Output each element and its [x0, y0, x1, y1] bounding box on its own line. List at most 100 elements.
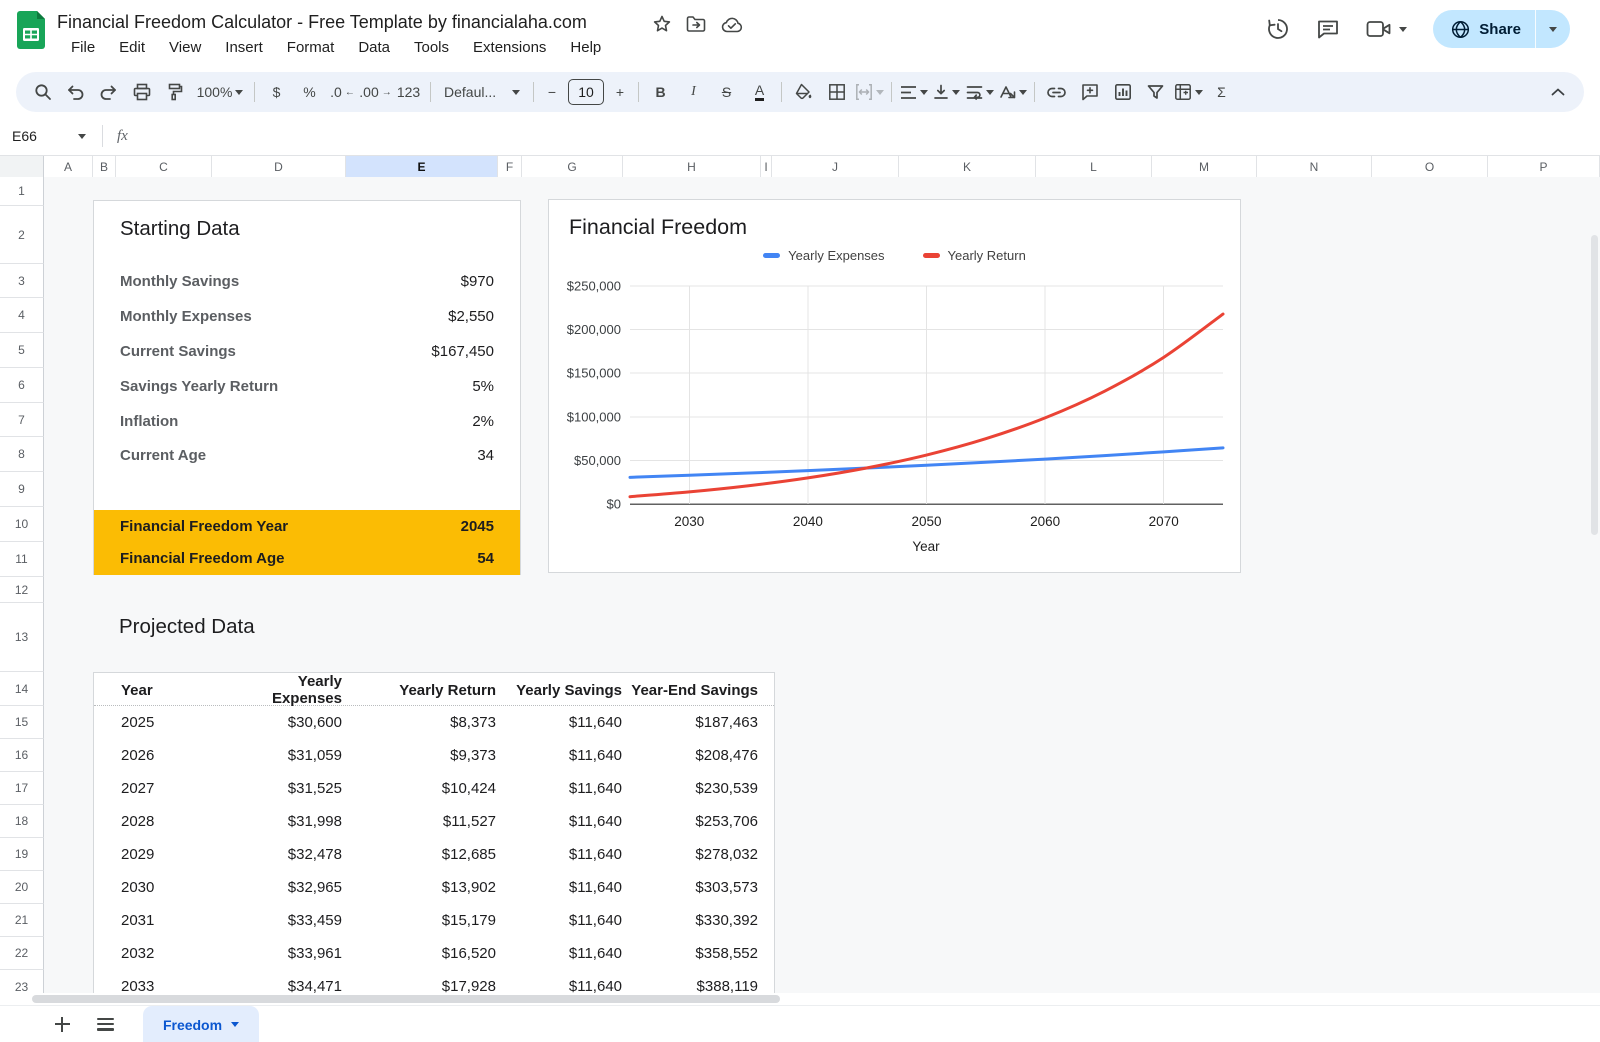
table-cell[interactable]: $15,179 — [342, 912, 496, 929]
table-cell[interactable]: $388,119 — [622, 978, 758, 993]
row-header-11[interactable]: 11 — [0, 542, 44, 577]
table-cell[interactable]: $208,476 — [622, 747, 758, 764]
column-header-O[interactable]: O — [1372, 156, 1488, 178]
column-header-A[interactable]: A — [44, 156, 93, 178]
video-call-caret-icon[interactable] — [1399, 27, 1407, 32]
table-row[interactable]: 2029$32,478$12,685$11,640$278,032 — [94, 838, 774, 871]
row-header-15[interactable]: 15 — [0, 706, 44, 739]
starting-data-row[interactable]: Current Savings$167,450 — [94, 339, 520, 363]
sheet-tab-caret-icon[interactable] — [231, 1022, 239, 1027]
table-cell[interactable]: 2029 — [121, 846, 224, 863]
cloud-saved-icon[interactable] — [721, 16, 743, 33]
undo-icon[interactable] — [59, 77, 92, 107]
column-header-B[interactable]: B — [93, 156, 116, 178]
table-cell[interactable]: 2031 — [121, 912, 224, 929]
name-box-caret-icon[interactable] — [78, 134, 86, 139]
format-currency-icon[interactable]: $ — [260, 77, 293, 107]
row-header-18[interactable]: 18 — [0, 805, 44, 838]
starting-data-row[interactable]: Monthly Expenses$2,550 — [94, 304, 520, 328]
table-cell[interactable]: $11,640 — [496, 912, 622, 929]
column-header-I[interactable]: I — [761, 156, 772, 178]
row-header-2[interactable]: 2 — [0, 206, 44, 264]
share-dropdown[interactable] — [1536, 10, 1570, 48]
table-row[interactable]: 2033$34,471$17,928$11,640$388,119 — [94, 970, 774, 993]
table-cell[interactable]: $11,527 — [342, 813, 496, 830]
table-cell[interactable]: $31,525 — [224, 780, 342, 797]
table-cell[interactable]: $278,032 — [622, 846, 758, 863]
table-cell[interactable]: $32,478 — [224, 846, 342, 863]
menu-format[interactable]: Format — [278, 37, 344, 58]
move-to-folder-icon[interactable] — [686, 15, 707, 33]
starting-data-value[interactable]: 2% — [472, 413, 494, 430]
table-cell[interactable]: $11,640 — [496, 879, 622, 896]
menu-edit[interactable]: Edit — [110, 37, 154, 58]
font-family-select[interactable]: Defaul... — [436, 77, 528, 107]
projected-data-table[interactable]: YearYearly ExpensesYearly ReturnYearly S… — [93, 672, 775, 993]
row-header-14[interactable]: 14 — [0, 672, 44, 706]
table-cell[interactable]: $11,640 — [496, 747, 622, 764]
more-formats-icon[interactable]: 123 — [392, 77, 425, 107]
table-cell[interactable]: $11,640 — [496, 978, 622, 993]
row-header-10[interactable]: 10 — [0, 507, 44, 542]
fill-color-icon[interactable] — [787, 77, 820, 107]
vertical-scrollbar[interactable] — [1591, 235, 1598, 535]
insert-link-icon[interactable] — [1040, 77, 1073, 107]
starting-data-value[interactable]: $167,450 — [431, 343, 494, 360]
column-header-C[interactable]: C — [116, 156, 212, 178]
select-all-corner[interactable] — [0, 156, 44, 178]
all-sheets-icon[interactable] — [85, 1006, 125, 1042]
starting-data-value[interactable]: 34 — [477, 447, 494, 464]
strikethrough-button[interactable]: S — [710, 77, 743, 107]
table-cell[interactable]: 2032 — [121, 945, 224, 962]
financial-freedom-highlight[interactable]: Financial Freedom Year2045Financial Free… — [94, 510, 520, 575]
version-history-icon[interactable] — [1266, 17, 1290, 41]
row-header-17[interactable]: 17 — [0, 772, 44, 805]
collapse-toolbar-icon[interactable] — [1541, 77, 1574, 107]
financial-freedom-chart[interactable]: Financial Freedom Yearly ExpensesYearly … — [548, 199, 1241, 573]
table-cell[interactable]: $11,640 — [496, 714, 622, 731]
table-row[interactable]: 2032$33,961$16,520$11,640$358,552 — [94, 937, 774, 970]
add-sheet-icon[interactable] — [42, 1006, 82, 1042]
table-cell[interactable]: $11,640 — [496, 813, 622, 830]
sheet-tab-freedom[interactable]: Freedom — [143, 1006, 259, 1042]
column-header-H[interactable]: H — [623, 156, 761, 178]
sheets-logo-icon[interactable] — [17, 11, 45, 49]
table-cell[interactable]: $358,552 — [622, 945, 758, 962]
starting-data-row[interactable]: Inflation2% — [94, 409, 520, 433]
table-cell[interactable]: $31,998 — [224, 813, 342, 830]
menu-extensions[interactable]: Extensions — [464, 37, 555, 58]
text-color-button[interactable]: A — [743, 77, 776, 107]
video-call-icon[interactable] — [1366, 19, 1392, 39]
table-cell[interactable]: $33,459 — [224, 912, 342, 929]
column-header-M[interactable]: M — [1152, 156, 1257, 178]
increase-decimal-icon[interactable]: .00→ — [359, 77, 392, 107]
format-percent-icon[interactable]: % — [293, 77, 326, 107]
horizontal-scrollbar[interactable] — [32, 995, 780, 1003]
column-header-L[interactable]: L — [1036, 156, 1152, 178]
column-header-G[interactable]: G — [522, 156, 623, 178]
insert-chart-icon[interactable] — [1106, 77, 1139, 107]
row-header-13[interactable]: 13 — [0, 603, 44, 672]
decrease-decimal-icon[interactable]: .0← — [326, 77, 359, 107]
table-cell[interactable]: $330,392 — [622, 912, 758, 929]
financial-freedom-row[interactable]: Financial Freedom Year2045 — [94, 510, 520, 543]
formula-input[interactable] — [128, 118, 1600, 154]
italic-button[interactable]: I — [677, 77, 710, 107]
redo-icon[interactable] — [92, 77, 125, 107]
table-cell[interactable]: $11,640 — [496, 846, 622, 863]
merge-cells-icon[interactable] — [853, 77, 886, 107]
sheet-canvas[interactable]: Starting Data Monthly Savings$970Monthly… — [44, 177, 1600, 993]
print-icon[interactable] — [125, 77, 158, 107]
column-header-P[interactable]: P — [1488, 156, 1600, 178]
table-cell[interactable]: $32,965 — [224, 879, 342, 896]
create-filter-icon[interactable] — [1139, 77, 1172, 107]
menu-data[interactable]: Data — [349, 37, 399, 58]
name-box[interactable]: E66 — [0, 128, 78, 144]
row-header-7[interactable]: 7 — [0, 403, 44, 437]
pivot-table-icon[interactable] — [1172, 77, 1205, 107]
menu-insert[interactable]: Insert — [216, 37, 272, 58]
table-row[interactable]: 2025$30,600$8,373$11,640$187,463 — [94, 706, 774, 739]
table-row[interactable]: 2031$33,459$15,179$11,640$330,392 — [94, 904, 774, 937]
financial-freedom-row[interactable]: Financial Freedom Age54 — [94, 543, 520, 576]
table-cell[interactable]: $33,961 — [224, 945, 342, 962]
